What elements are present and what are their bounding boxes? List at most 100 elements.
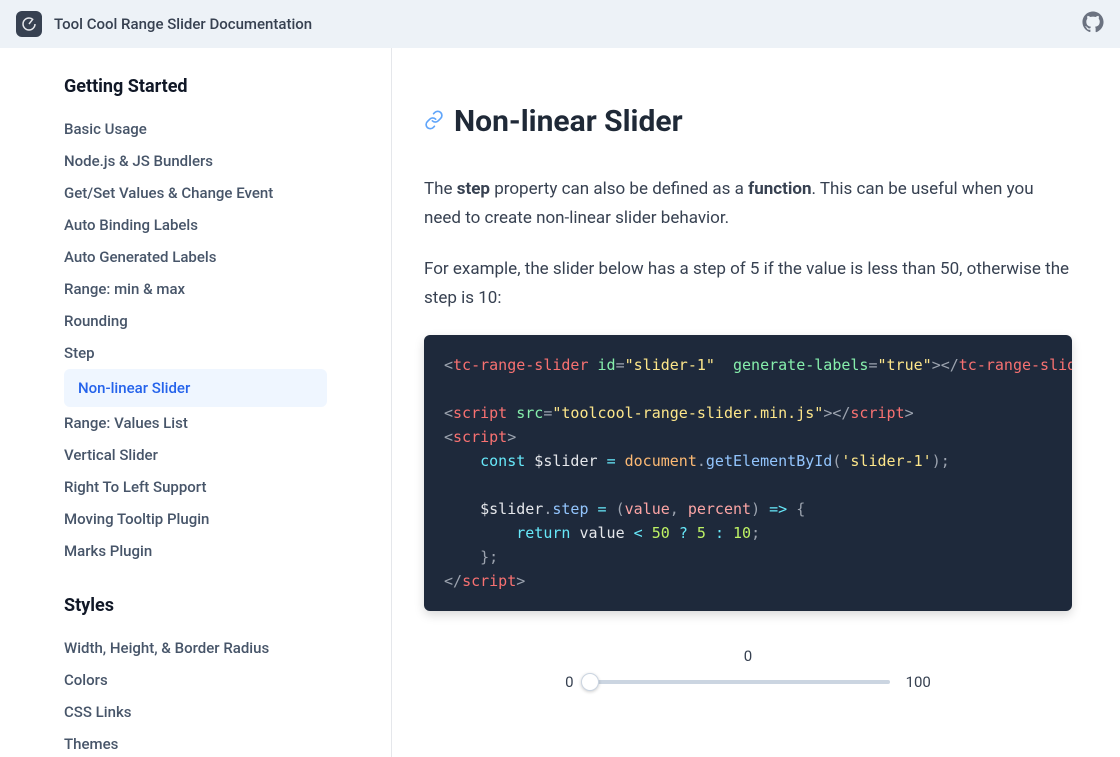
github-icon[interactable]: [1082, 11, 1104, 37]
code-token: $slider: [525, 452, 606, 470]
code-token: step: [552, 500, 588, 518]
slider-track[interactable]: [590, 680, 890, 684]
code-token: src: [516, 404, 543, 422]
code-token: [589, 356, 598, 374]
sidebar-section-styles: Styles: [64, 595, 327, 616]
code-token: {: [796, 500, 805, 518]
code-token: [670, 524, 679, 542]
code-token: >: [905, 404, 914, 422]
code-token: <: [444, 428, 453, 446]
code-token: script: [850, 404, 904, 422]
code-token: percent: [688, 500, 751, 518]
anchor-link-icon[interactable]: [424, 110, 444, 134]
code-token: ): [751, 500, 760, 518]
code-token: [444, 524, 516, 542]
sidebar-item-moving-tooltip-plugin[interactable]: Moving Tooltip Plugin: [64, 503, 327, 535]
code-token: $slider: [444, 500, 543, 518]
code-token: 50: [652, 524, 670, 542]
slider-max-label: 100: [906, 673, 931, 691]
code-token: >: [507, 428, 516, 446]
sidebar-item-non-linear-slider[interactable]: Non-linear Slider: [64, 369, 327, 407]
code-token: id: [598, 356, 616, 374]
code-token: [724, 524, 733, 542]
code-token: const: [480, 452, 525, 470]
sidebar-item-css-links[interactable]: CSS Links: [64, 696, 327, 728]
code-token: ;: [489, 548, 498, 566]
code-token: 10: [733, 524, 751, 542]
code-token: value: [570, 524, 633, 542]
code-token: [607, 500, 616, 518]
code-token: <: [634, 524, 643, 542]
code-token: </: [941, 356, 959, 374]
sidebar-item-get-set-values[interactable]: Get/Set Values & Change Event: [64, 177, 327, 209]
page-title: Non-linear Slider: [454, 104, 683, 139]
sidebar-item-basic-usage[interactable]: Basic Usage: [64, 113, 327, 145]
code-token: "toolcool-range-slider.min.js": [552, 404, 823, 422]
code-token: [706, 524, 715, 542]
code-token: ,: [670, 500, 679, 518]
page-title-row: Non-linear Slider: [424, 104, 1072, 139]
code-token: return: [516, 524, 570, 542]
code-token: ?: [679, 524, 688, 542]
slider-demo: 0 0 100: [424, 647, 1072, 691]
code-token: [688, 524, 697, 542]
sidebar-item-auto-binding-labels[interactable]: Auto Binding Labels: [64, 209, 327, 241]
content: Non-linear Slider The step property can …: [392, 48, 1120, 757]
sidebar-item-colors[interactable]: Colors: [64, 664, 327, 696]
para1-step-keyword: step: [457, 179, 490, 199]
code-token: ): [932, 452, 941, 470]
code-token: 5: [697, 524, 706, 542]
code-token: [715, 356, 733, 374]
code-token: >: [516, 572, 525, 590]
para1-function-keyword: function: [748, 179, 811, 199]
paragraph-1: The step property can also be defined as…: [424, 175, 1072, 233]
sidebar-item-range-values-list[interactable]: Range: Values List: [64, 407, 327, 439]
code-token: </: [444, 572, 462, 590]
code-token: "true": [878, 356, 932, 374]
sidebar-item-width-height-radius[interactable]: Width, Height, & Border Radius: [64, 632, 327, 664]
sidebar-item-marks-plugin[interactable]: Marks Plugin: [64, 535, 327, 567]
sidebar-item-themes[interactable]: Themes: [64, 728, 327, 757]
sidebar-item-rtl-support[interactable]: Right To Left Support: [64, 471, 327, 503]
header: Tool Cool Range Slider Documentation: [0, 0, 1120, 48]
code-token: =: [607, 452, 616, 470]
code-token: =: [598, 500, 607, 518]
code-token: :: [715, 524, 724, 542]
code-token: <: [444, 404, 453, 422]
code-token: tc-range-slider: [453, 356, 588, 374]
slider-row: 0 100: [565, 673, 931, 691]
code-block: < tc-range-slider id = "slider-1" generate-…: [424, 335, 1072, 611]
code-token: =>: [769, 500, 787, 518]
sidebar-item-nodejs-bundlers[interactable]: Node.js & JS Bundlers: [64, 145, 327, 177]
header-left: Tool Cool Range Slider Documentation: [16, 11, 312, 37]
code-token: generate-labels: [733, 356, 868, 374]
para1-text-c: property can also be defined as a: [490, 179, 748, 199]
code-token: [589, 500, 598, 518]
code-token: getElementById: [706, 452, 832, 470]
code-token: >: [823, 404, 832, 422]
code-token: script: [453, 404, 507, 422]
slider-min-label: 0: [565, 673, 573, 691]
code-token: [444, 548, 480, 566]
sidebar-item-range-min-max[interactable]: Range: min & max: [64, 273, 327, 305]
code-token: [444, 452, 480, 470]
sidebar-item-vertical-slider[interactable]: Vertical Slider: [64, 439, 327, 471]
code-token: tc-range-slider: [959, 356, 1072, 374]
sidebar-item-step[interactable]: Step: [64, 337, 327, 369]
code-token: (: [616, 500, 625, 518]
sidebar-item-auto-generated-labels[interactable]: Auto Generated Labels: [64, 241, 327, 273]
code-token: .: [697, 452, 706, 470]
code-token: ;: [751, 524, 760, 542]
code-token: [616, 452, 625, 470]
code-token: [679, 500, 688, 518]
sidebar-section-getting-started: Getting Started: [64, 76, 327, 97]
code-token: [507, 404, 516, 422]
logo-icon[interactable]: [16, 11, 42, 37]
code-token: value: [625, 500, 670, 518]
code-token: 'slider-1': [841, 452, 931, 470]
code-token: script: [462, 572, 516, 590]
code-token: "slider-1": [625, 356, 715, 374]
sidebar-item-rounding[interactable]: Rounding: [64, 305, 327, 337]
code-token: [643, 524, 652, 542]
slider-thumb[interactable]: [581, 673, 599, 691]
